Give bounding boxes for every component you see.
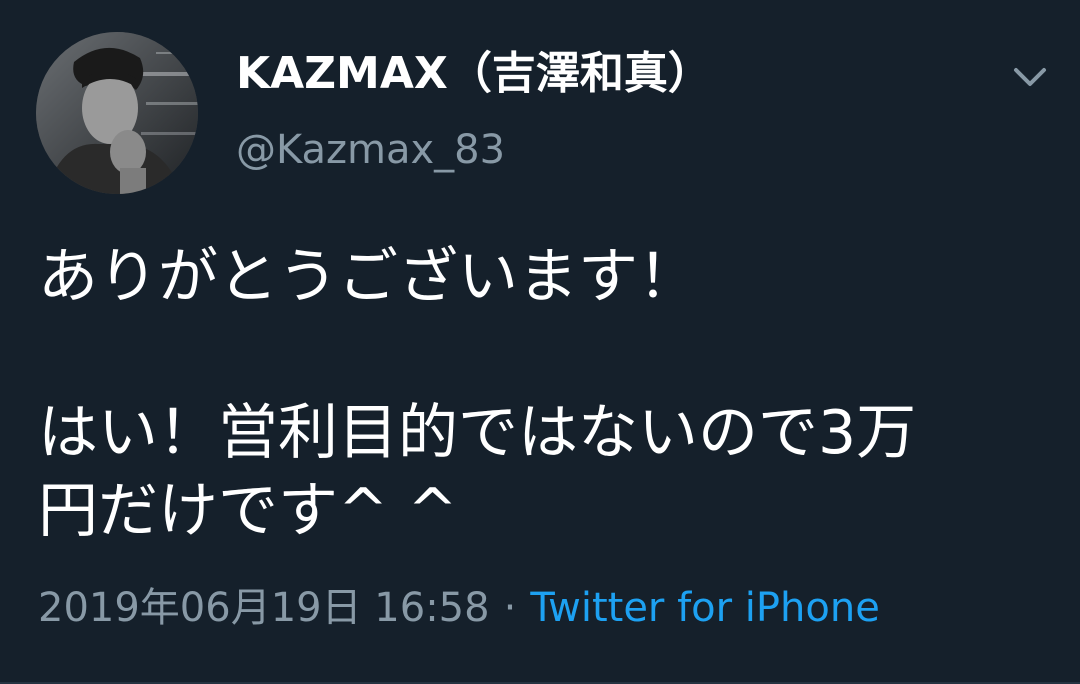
avatar-photo	[36, 32, 198, 194]
tweet-timestamp[interactable]: 2019年06月19日 16:58	[38, 585, 490, 631]
author-handle[interactable]: @Kazmax_83	[236, 128, 505, 172]
tweet-meta: 2019年06月19日 16:58 · Twitter for iPhone	[38, 584, 880, 632]
tweet-source-link[interactable]: Twitter for iPhone	[530, 585, 880, 631]
tweet-text: ありがとうございます！ はい！営利目的ではないので3万 円だけです^ ^	[38, 242, 917, 546]
tweet-card: KAZMAX（吉澤和真） @Kazmax_83 ありがとうございます！ はい！営…	[0, 0, 1080, 684]
author-avatar[interactable]	[36, 32, 198, 194]
meta-separator: ·	[503, 585, 517, 631]
chevron-down-icon[interactable]	[1008, 58, 1052, 98]
author-display-name[interactable]: KAZMAX（吉澤和真）	[236, 49, 712, 98]
